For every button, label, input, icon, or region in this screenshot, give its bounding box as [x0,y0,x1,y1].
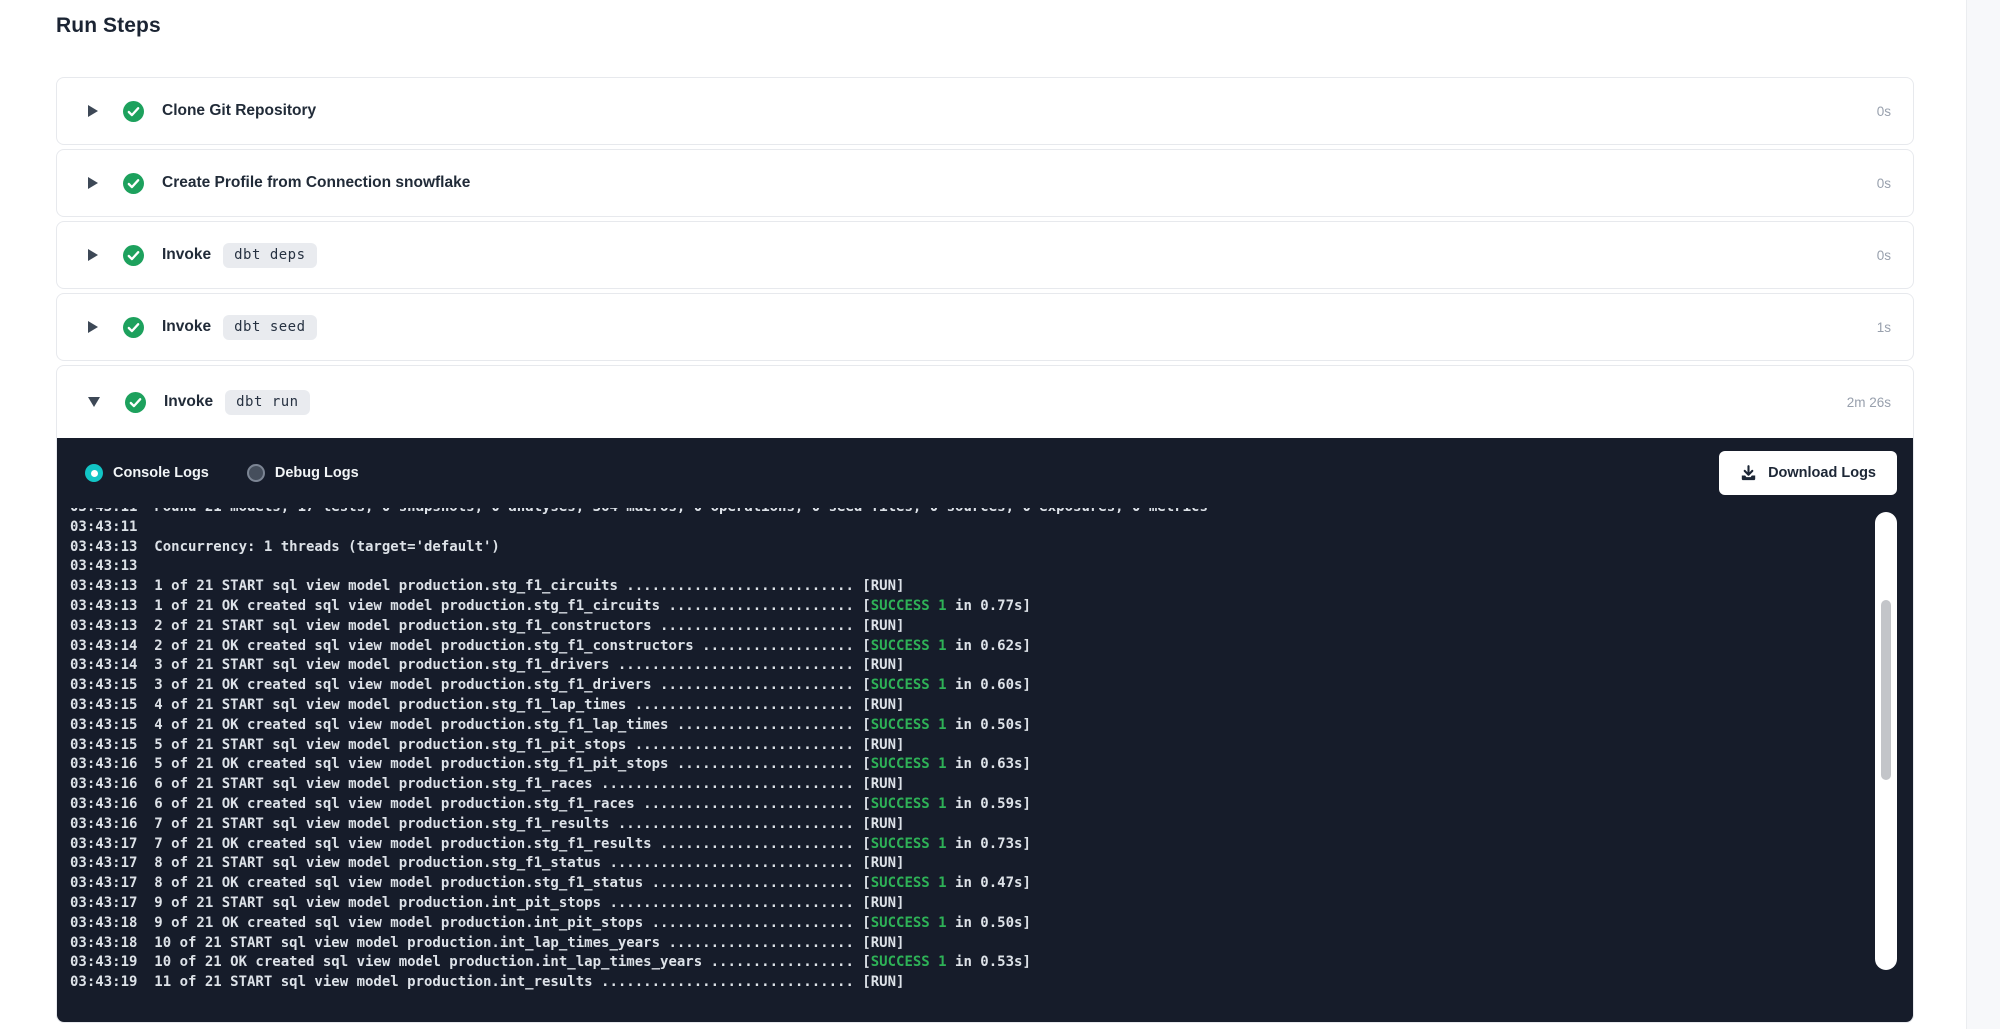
log-line: 03:43:13 1 of 21 OK created sql view mod… [70,597,1913,617]
success-check-icon [123,101,144,122]
log-line: 03:43:17 8 of 21 START sql view model pr… [70,854,1913,874]
debug-logs-label: Debug Logs [275,465,359,481]
step-duration: 0s [1877,104,1891,119]
run-step-header[interactable]: Invoke dbt run 2m 26s [57,366,1913,438]
success-check-icon [123,173,144,194]
log-line: 03:43:19 11 of 21 START sql view model p… [70,973,1913,993]
log-line: 03:43:13 [70,557,1913,577]
step-label: Invoke [162,318,211,336]
step-label: Invoke [162,246,211,264]
expand-caret-icon[interactable] [88,249,98,261]
log-line: 03:43:18 9 of 21 OK created sql view mod… [70,914,1913,934]
console-log-output[interactable]: 03:43:11 Found 21 models, 17 tests, 0 sn… [57,508,1913,1022]
step-duration: 0s [1877,176,1891,191]
run-step-card: Invoke dbt run 2m 26s Console Logs Debug… [56,365,1914,1023]
run-steps-page: Run Steps Clone Git Repository 0s Create… [56,0,1914,1027]
log-line: 03:43:13 1 of 21 START sql view model pr… [70,577,1913,597]
step-duration: 1s [1877,320,1891,335]
log-line: 03:43:15 3 of 21 OK created sql view mod… [70,676,1913,696]
step-command-badge: dbt deps [223,243,316,268]
expand-caret-icon[interactable] [88,105,98,117]
download-icon [1740,465,1757,482]
log-line: 03:43:14 3 of 21 START sql view model pr… [70,656,1913,676]
log-line: 03:43:15 4 of 21 OK created sql view mod… [70,716,1913,736]
log-line: 03:43:19 10 of 21 OK created sql view mo… [70,953,1913,973]
radio-selected-icon[interactable] [85,464,103,482]
step-duration: 0s [1877,248,1891,263]
log-line: 03:43:14 2 of 21 OK created sql view mod… [70,637,1913,657]
log-line: 03:43:16 6 of 21 OK created sql view mod… [70,795,1913,815]
console-logs-label: Console Logs [113,465,209,481]
log-line: 03:43:16 5 of 21 OK created sql view mod… [70,755,1913,775]
step-label: Create Profile from Connection snowflake [162,174,470,192]
console-logs-radio[interactable]: Console Logs [85,464,209,482]
download-logs-button[interactable]: Download Logs [1719,451,1897,495]
run-steps-list: Clone Git Repository 0s Create Profile f… [56,77,1914,1023]
page-title: Run Steps [56,13,1914,39]
expand-caret-icon[interactable] [88,321,98,333]
console-log-toolbar: Console Logs Debug Logs Download Logs [57,438,1913,508]
log-line: 03:43:16 7 of 21 START sql view model pr… [70,815,1913,835]
log-line: 03:43:11 Found 21 models, 17 tests, 0 sn… [70,508,1913,518]
step-label: Invoke [164,393,213,411]
expand-caret-icon[interactable] [88,177,98,189]
debug-logs-radio[interactable]: Debug Logs [247,464,359,482]
run-step-card: Invoke dbt deps 0s [56,221,1914,289]
run-step-card: Clone Git Repository 0s [56,77,1914,145]
log-line: 03:43:15 5 of 21 START sql view model pr… [70,736,1913,756]
run-step-card: Create Profile from Connection snowflake… [56,149,1914,217]
log-scrollbar-track[interactable] [1875,512,1897,970]
log-line: 03:43:17 8 of 21 OK created sql view mod… [70,874,1913,894]
run-step-header[interactable]: Clone Git Repository 0s [57,78,1913,144]
run-step-header[interactable]: Invoke dbt deps 0s [57,222,1913,288]
radio-unselected-icon[interactable] [247,464,265,482]
log-line: 03:43:17 7 of 21 OK created sql view mod… [70,835,1913,855]
run-step-card: Invoke dbt seed 1s [56,293,1914,361]
run-step-header[interactable]: Invoke dbt seed 1s [57,294,1913,360]
console-log-panel: Console Logs Debug Logs Download Logs 03… [57,438,1913,1022]
step-duration: 2m 26s [1847,395,1891,410]
log-line: 03:43:13 2 of 21 START sql view model pr… [70,617,1913,637]
log-line: 03:43:11 [70,518,1913,538]
success-check-icon [123,245,144,266]
log-line: 03:43:18 10 of 21 START sql view model p… [70,934,1913,954]
expand-caret-icon[interactable] [88,397,100,407]
page-right-gutter [1966,0,2000,1029]
download-logs-label: Download Logs [1768,465,1876,481]
run-step-header[interactable]: Create Profile from Connection snowflake… [57,150,1913,216]
success-check-icon [125,392,146,413]
step-label: Clone Git Repository [162,102,316,120]
step-command-badge: dbt seed [223,315,316,340]
log-line: 03:43:13 Concurrency: 1 threads (target=… [70,538,1913,558]
success-check-icon [123,317,144,338]
log-line: 03:43:15 4 of 21 START sql view model pr… [70,696,1913,716]
log-line: 03:43:16 6 of 21 START sql view model pr… [70,775,1913,795]
step-command-badge: dbt run [225,390,310,415]
log-line: 03:43:17 9 of 21 START sql view model pr… [70,894,1913,914]
log-scrollbar-thumb[interactable] [1881,600,1891,780]
